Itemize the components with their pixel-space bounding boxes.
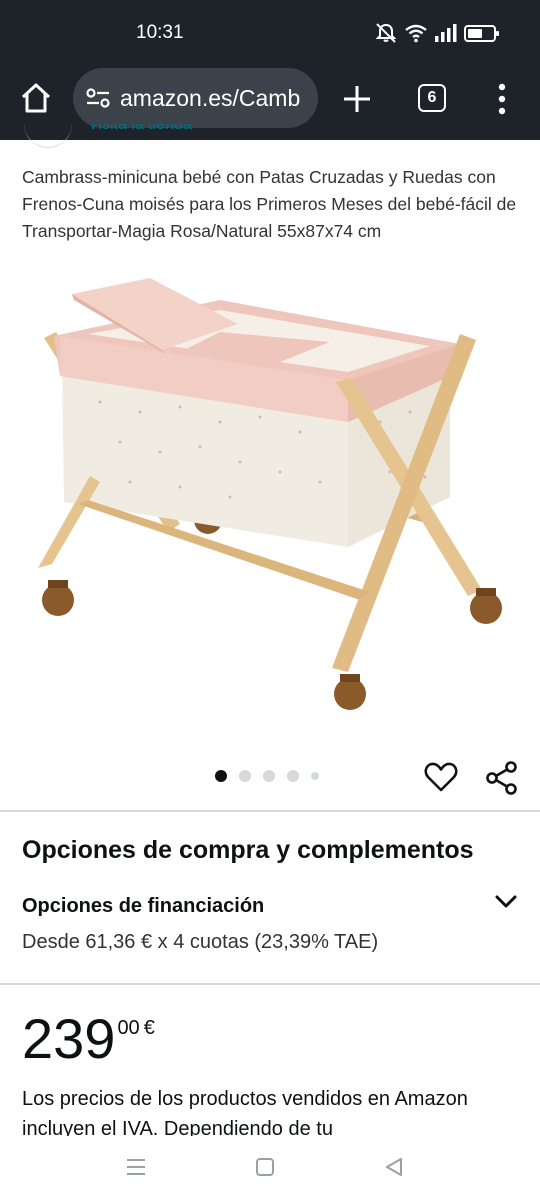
back-icon[interactable]: [384, 1157, 404, 1177]
battery-icon: [464, 24, 499, 42]
carousel-dot[interactable]: [263, 770, 275, 782]
price-currency: €: [143, 1017, 155, 1039]
financing-title[interactable]: Opciones de financiación: [22, 895, 264, 918]
section-divider: [0, 810, 540, 812]
wifi-icon: [405, 24, 427, 43]
recent-apps-icon[interactable]: [126, 1158, 146, 1176]
price-whole: 239: [22, 1007, 116, 1070]
more-vert-icon[interactable]: [494, 82, 510, 116]
purchase-options-title: Opciones de compra y complementos: [22, 836, 474, 864]
financing-detail: Desde 61,36 € x 4 cuotas (23,39% TAE): [22, 931, 379, 953]
tax-note: Los precios de los productos vendidos en…: [22, 1088, 468, 1136]
tabs-button[interactable]: 6: [418, 84, 446, 112]
nav-home-icon[interactable]: [256, 1158, 274, 1176]
url-bar[interactable]: amazon.es/Camb: [73, 68, 318, 128]
signal-icon: [435, 24, 457, 42]
site-settings-icon[interactable]: [85, 87, 111, 109]
visit-store-link[interactable]: Visita la tienda: [88, 124, 192, 142]
visit-store-label[interactable]: Visita la tienda: [88, 124, 192, 140]
tab-count: 6: [427, 89, 437, 106]
heart-icon[interactable]: [424, 760, 458, 794]
browser-chrome: 10:31 amazon.es/Camb 6: [0, 0, 540, 140]
carousel-dot[interactable]: [239, 770, 251, 782]
brand-logo: [24, 124, 72, 148]
share-icon[interactable]: [484, 760, 520, 796]
price-fraction: 00: [117, 1017, 140, 1039]
carousel-dot[interactable]: [287, 770, 299, 782]
product-title: Cambrass-minicuna bebé con Patas Cruzada…: [22, 167, 517, 241]
carousel-dot[interactable]: [215, 770, 227, 782]
status-icons: [374, 22, 499, 44]
status-time: 10:31: [136, 22, 184, 43]
image-carousel-dots[interactable]: [215, 770, 319, 782]
url-text[interactable]: amazon.es/Camb: [120, 85, 300, 112]
section-divider: [0, 983, 540, 985]
carousel-dot[interactable]: [311, 772, 319, 780]
mute-icon: [375, 23, 397, 43]
plus-icon[interactable]: [342, 84, 372, 114]
home-icon[interactable]: [18, 80, 54, 116]
chevron-down-icon[interactable]: [494, 892, 518, 912]
price: 239 00 €: [22, 1008, 155, 1070]
product-image[interactable]: [30, 272, 510, 722]
